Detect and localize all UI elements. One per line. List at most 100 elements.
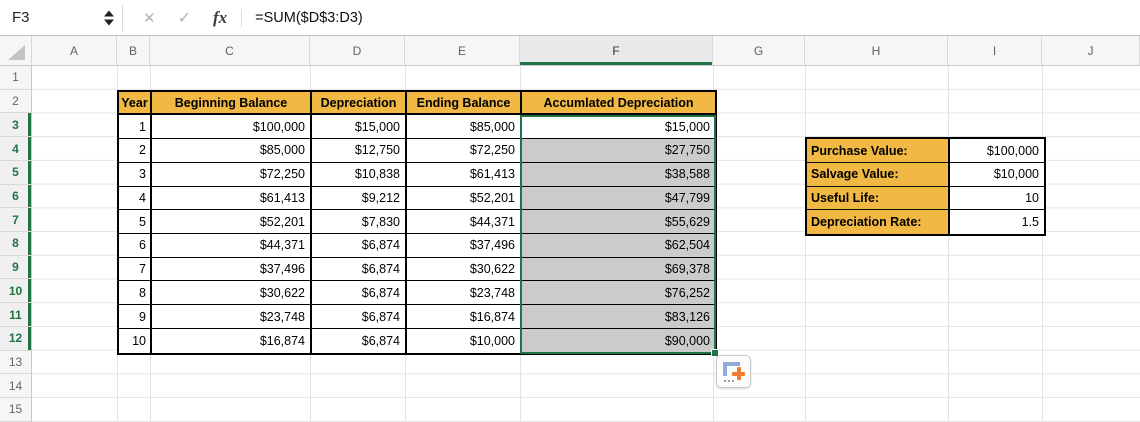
table-cell[interactable]: $37,496 <box>152 257 312 282</box>
table-cell[interactable]: $85,000 <box>152 139 312 163</box>
row-header-13[interactable]: 13 <box>0 351 31 375</box>
table-cell[interactable]: $44,371 <box>152 234 312 258</box>
row-header-10[interactable]: 10 <box>0 279 31 304</box>
table-cell[interactable]: 4 <box>119 186 152 211</box>
name-box-spinner[interactable] <box>104 10 114 25</box>
table-cell[interactable]: $30,622 <box>152 281 312 306</box>
input-value-cell[interactable]: 1.5 <box>950 210 1044 234</box>
table-cell[interactable]: $16,874 <box>407 305 522 329</box>
table-cell[interactable]: $9,212 <box>312 186 407 211</box>
row-header-5[interactable]: 5 <box>0 160 31 185</box>
table-cell[interactable]: $76,252 <box>522 281 715 306</box>
table-cell[interactable]: $6,874 <box>312 257 407 282</box>
spinner-up-icon[interactable] <box>104 10 114 16</box>
row-header-6[interactable]: 6 <box>0 184 31 209</box>
row-header-1[interactable]: 1 <box>0 66 31 90</box>
input-label-cell[interactable]: Purchase Value: <box>807 139 950 163</box>
table-cell[interactable]: 5 <box>119 210 152 234</box>
formula-input[interactable]: =SUM($D$3:D3) <box>255 10 363 26</box>
table-cell[interactable]: $100,000 <box>152 115 312 140</box>
row-header-7[interactable]: 7 <box>0 208 31 233</box>
inputs-table: Purchase Value: $100,000 Salvage Value: … <box>805 137 1046 237</box>
active-cell-f3[interactable]: $15,000 <box>522 115 715 140</box>
table-cell[interactable]: $12,750 <box>312 139 407 163</box>
table-header-cell[interactable]: Beginning Balance <box>152 91 312 116</box>
table-cell[interactable]: $61,413 <box>152 186 312 211</box>
table-cell[interactable]: 8 <box>119 281 152 306</box>
cancel-icon[interactable]: ✕ <box>143 9 156 27</box>
table-cell[interactable]: $6,874 <box>312 328 407 353</box>
table-cell[interactable]: $85,000 <box>407 115 522 140</box>
table-cell[interactable]: $7,830 <box>312 210 407 234</box>
column-header-a[interactable]: A <box>32 36 117 65</box>
table-cell[interactable]: $62,504 <box>522 234 715 258</box>
input-label-cell[interactable]: Depreciation Rate: <box>807 210 950 235</box>
table-cell[interactable]: $15,000 <box>312 115 407 140</box>
table-cell[interactable]: $37,496 <box>407 234 522 258</box>
row-header-8[interactable]: 8 <box>0 232 31 256</box>
table-cell[interactable]: 3 <box>119 162 152 187</box>
table-cell[interactable]: $6,874 <box>312 305 407 329</box>
table-cell[interactable]: $6,874 <box>312 234 407 258</box>
select-all-corner[interactable] <box>0 36 32 65</box>
input-value-cell[interactable]: 10 <box>950 187 1044 211</box>
input-value-cell[interactable]: $100,000 <box>950 139 1044 163</box>
row-header-11[interactable]: 11 <box>0 303 31 327</box>
table-header-cell[interactable]: Year <box>119 91 152 116</box>
input-value-cell[interactable]: $10,000 <box>950 163 1044 187</box>
table-cell[interactable]: $16,874 <box>152 328 312 353</box>
column-header-h[interactable]: H <box>805 36 948 65</box>
column-header-g[interactable]: G <box>713 36 805 65</box>
table-cell[interactable]: 9 <box>119 305 152 329</box>
table-cell[interactable]: 2 <box>119 139 152 163</box>
table-header-cell[interactable]: Depreciation <box>312 91 407 116</box>
column-header-b[interactable]: B <box>117 36 150 65</box>
table-cell[interactable]: 7 <box>119 257 152 282</box>
table-cell[interactable]: $72,250 <box>407 139 522 163</box>
table-cell[interactable]: $72,250 <box>152 162 312 187</box>
insert-function-icon[interactable]: fx <box>213 8 227 28</box>
table-cell[interactable]: $90,000 <box>522 328 715 353</box>
enter-icon[interactable]: ✓ <box>178 8 191 28</box>
table-cell[interactable]: $83,126 <box>522 305 715 329</box>
table-cell[interactable]: $6,874 <box>312 281 407 306</box>
name-box[interactable]: F3 <box>0 0 122 35</box>
table-cell[interactable]: $27,750 <box>522 139 715 163</box>
row-header-12[interactable]: 12 <box>0 326 31 351</box>
row-header-14[interactable]: 14 <box>0 374 31 399</box>
column-header-d[interactable]: D <box>310 36 405 65</box>
table-cell[interactable]: $61,413 <box>407 162 522 187</box>
table-cell[interactable]: 6 <box>119 234 152 258</box>
row-header-9[interactable]: 9 <box>0 255 31 280</box>
row-header-2[interactable]: 2 <box>0 90 31 114</box>
table-cell[interactable]: $30,622 <box>407 257 522 282</box>
table-cell[interactable]: $52,201 <box>152 210 312 234</box>
table-cell[interactable]: $55,629 <box>522 210 715 234</box>
column-header-c[interactable]: C <box>150 36 310 65</box>
table-cell[interactable]: $38,588 <box>522 162 715 187</box>
column-header-e[interactable]: E <box>405 36 520 65</box>
table-cell[interactable]: 1 <box>119 115 152 140</box>
sheet-cells-area[interactable]: Year Beginning Balance Depreciation Endi… <box>32 66 1140 422</box>
row-header-4[interactable]: 4 <box>0 137 31 161</box>
spinner-down-icon[interactable] <box>104 19 114 25</box>
column-header-f[interactable]: F <box>520 36 713 65</box>
table-cell[interactable]: $44,371 <box>407 210 522 234</box>
table-cell[interactable]: $52,201 <box>407 186 522 211</box>
autofill-options-button[interactable] <box>716 355 751 388</box>
table-cell[interactable]: 10 <box>119 328 152 353</box>
row-header-15[interactable]: 15 <box>0 398 31 422</box>
table-cell[interactable]: $47,799 <box>522 186 715 211</box>
column-header-i[interactable]: I <box>948 36 1042 65</box>
input-label-cell[interactable]: Salvage Value: <box>807 162 950 187</box>
table-header-cell[interactable]: Accumlated Depreciation <box>522 91 715 116</box>
table-cell[interactable]: $23,748 <box>152 305 312 329</box>
table-cell[interactable]: $23,748 <box>407 281 522 306</box>
table-cell[interactable]: $69,378 <box>522 257 715 282</box>
row-header-3[interactable]: 3 <box>0 113 31 138</box>
table-header-cell[interactable]: Ending Balance <box>407 91 522 116</box>
column-header-j[interactable]: J <box>1042 36 1140 65</box>
table-cell[interactable]: $10,000 <box>407 328 522 353</box>
table-cell[interactable]: $10,838 <box>312 162 407 187</box>
input-label-cell[interactable]: Useful Life: <box>807 186 950 211</box>
